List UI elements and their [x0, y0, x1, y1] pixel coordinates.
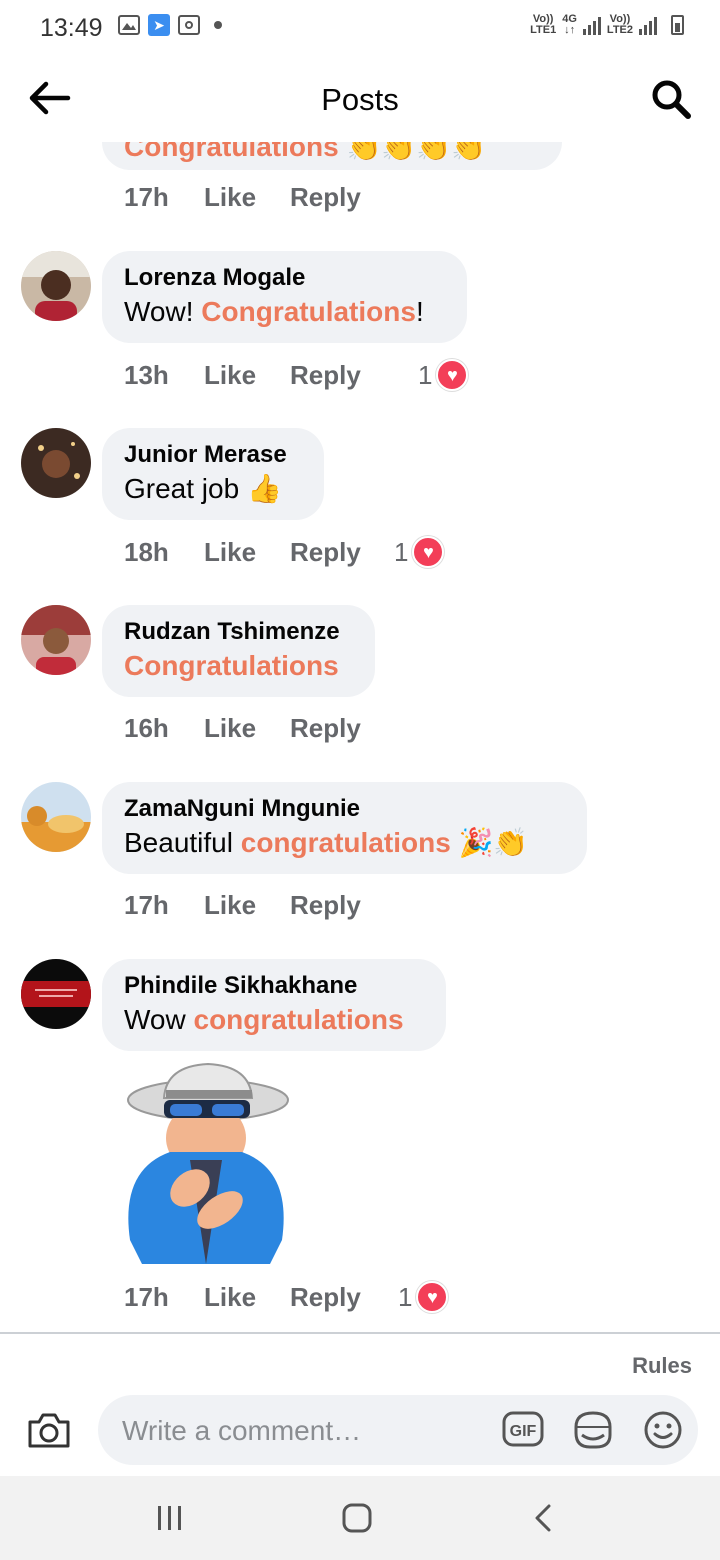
- heart-reaction-icon: [416, 1281, 449, 1313]
- reply-button[interactable]: Reply: [290, 1282, 390, 1313]
- comment-highlight: Congratulations: [201, 296, 416, 327]
- commenter-name[interactable]: Lorenza Mogale: [124, 263, 445, 293]
- comment-bubble[interactable]: ZamaNguni Mngunie Beautiful congratulati…: [102, 782, 587, 874]
- comment-text: Great job: [124, 473, 247, 504]
- commenter-name[interactable]: Phindile Sikhakhane: [124, 971, 424, 1001]
- heart-reaction-icon: [412, 536, 445, 568]
- reaction-count[interactable]: 1: [398, 1281, 449, 1313]
- comment-time: 17h: [124, 890, 169, 920]
- reaction-count[interactable]: 1: [418, 359, 469, 391]
- comment-bubble[interactable]: Rudzan Tshimenze Congratulations: [102, 605, 375, 697]
- sticker-icon[interactable]: [572, 1409, 614, 1451]
- sim2-lte-label: LTE2: [606, 24, 633, 36]
- comment-highlight: Congratulations: [124, 650, 339, 681]
- dot-icon: [214, 21, 222, 29]
- battery-icon: [671, 15, 684, 35]
- rules-link[interactable]: Rules: [632, 1353, 692, 1379]
- comment-bubble[interactable]: Phindile Sikhakhane Wow congratulations: [102, 959, 446, 1051]
- heart-reaction-icon: [436, 359, 469, 391]
- search-icon[interactable]: [650, 78, 692, 120]
- emoji-smile-icon[interactable]: [642, 1409, 684, 1451]
- page-title: Posts: [321, 82, 399, 117]
- like-button[interactable]: Like: [204, 1282, 290, 1313]
- like-button[interactable]: Like: [204, 360, 290, 391]
- comment-meta: 17h Like Reply 1: [124, 1281, 449, 1313]
- comment-bubble-partial[interactable]: Congratulations 👏👏👏👏: [102, 142, 562, 170]
- top-app-bar: Posts: [0, 56, 720, 142]
- reaction-count[interactable]: 1: [394, 536, 445, 568]
- signal-strength-icon-2: [639, 15, 657, 35]
- rocket-app-icon: ➤: [148, 14, 170, 36]
- comment-time: 17h: [124, 1281, 169, 1312]
- data-arrows-icon: ↓↑: [564, 24, 576, 36]
- status-bar: 13:49 ➤ Vo)) LTE1 4G ↓↑ Vo)) LTE2: [0, 0, 720, 56]
- comment-meta: 18h Like Reply 1: [124, 536, 445, 568]
- reply-button[interactable]: Reply: [290, 537, 390, 568]
- comment-highlight: Congratulations: [124, 142, 339, 162]
- signal-strength-icon: [582, 15, 601, 35]
- comment-text-end: !: [415, 296, 424, 327]
- avatar[interactable]: [21, 782, 91, 852]
- comment-bubble[interactable]: Junior Merase Great job 👍: [102, 428, 324, 520]
- party-clap-emoji: 🎉👏: [458, 827, 529, 858]
- notification-icons: ➤: [118, 14, 222, 36]
- comment-text: Beautiful: [124, 827, 241, 858]
- reaction-number: 1: [394, 536, 409, 567]
- avatar[interactable]: [21, 251, 91, 321]
- back-nav-icon[interactable]: [525, 1500, 565, 1536]
- gif-label: GIF: [510, 1423, 537, 1440]
- comment-time: 17h: [124, 182, 169, 212]
- reaction-number: 1: [418, 359, 433, 390]
- comment-meta: 17h Like Reply: [124, 182, 390, 213]
- comment-meta: 13h Like Reply 1: [124, 359, 469, 391]
- commenter-name[interactable]: ZamaNguni Mngunie: [124, 794, 565, 824]
- comment-highlight: congratulations: [193, 1004, 404, 1035]
- sim1-lte-label: LTE1: [530, 24, 557, 36]
- like-button[interactable]: Like: [204, 182, 290, 213]
- comments-list: Congratulations 👏👏👏👏 17h Like Reply Lore…: [0, 142, 720, 1332]
- reaction-number: 1: [398, 1281, 413, 1312]
- comment-composer[interactable]: GIF: [98, 1395, 698, 1465]
- connectivity-indicators: Vo)) LTE1 4G ↓↑ Vo)) LTE2: [530, 14, 684, 36]
- comment-time: 16h: [124, 713, 169, 743]
- commenter-name[interactable]: Rudzan Tshimenze: [124, 617, 353, 647]
- like-button[interactable]: Like: [204, 890, 290, 921]
- comment-input[interactable]: [120, 1409, 484, 1453]
- comment-meta: 16h Like Reply: [124, 713, 390, 744]
- comment-bubble[interactable]: Lorenza Mogale Wow! Congratulations!: [102, 251, 467, 343]
- status-time: 13:49: [40, 14, 103, 42]
- home-icon[interactable]: [337, 1500, 377, 1536]
- divider: [0, 1332, 720, 1334]
- system-navigation-bar: [0, 1476, 720, 1560]
- recent-apps-icon[interactable]: [150, 1500, 190, 1536]
- media-app-icon: [178, 15, 200, 35]
- comment-text: Wow: [124, 1004, 194, 1035]
- thumbs-up-emoji: 👍: [246, 473, 282, 504]
- comment-highlight: congratulations: [240, 827, 451, 858]
- reply-button[interactable]: Reply: [290, 713, 390, 744]
- clap-emoji: 👏👏👏👏: [346, 142, 486, 162]
- clapping-man-sticker[interactable]: [110, 1060, 296, 1268]
- like-button[interactable]: Like: [204, 537, 290, 568]
- reply-button[interactable]: Reply: [290, 182, 390, 213]
- avatar[interactable]: [21, 605, 91, 675]
- reply-button[interactable]: Reply: [290, 890, 390, 921]
- like-button[interactable]: Like: [204, 713, 290, 744]
- camera-icon[interactable]: [26, 1410, 72, 1450]
- comment-time: 13h: [124, 359, 169, 390]
- avatar[interactable]: [21, 428, 91, 498]
- comment-meta: 17h Like Reply: [124, 890, 390, 921]
- commenter-name[interactable]: Junior Merase: [124, 440, 302, 470]
- comment-text: Wow!: [124, 296, 202, 327]
- comment-time: 18h: [124, 536, 169, 567]
- reply-button[interactable]: Reply: [290, 360, 390, 391]
- gif-icon[interactable]: GIF: [502, 1411, 544, 1447]
- avatar[interactable]: [21, 959, 91, 1029]
- gallery-icon: [118, 15, 140, 35]
